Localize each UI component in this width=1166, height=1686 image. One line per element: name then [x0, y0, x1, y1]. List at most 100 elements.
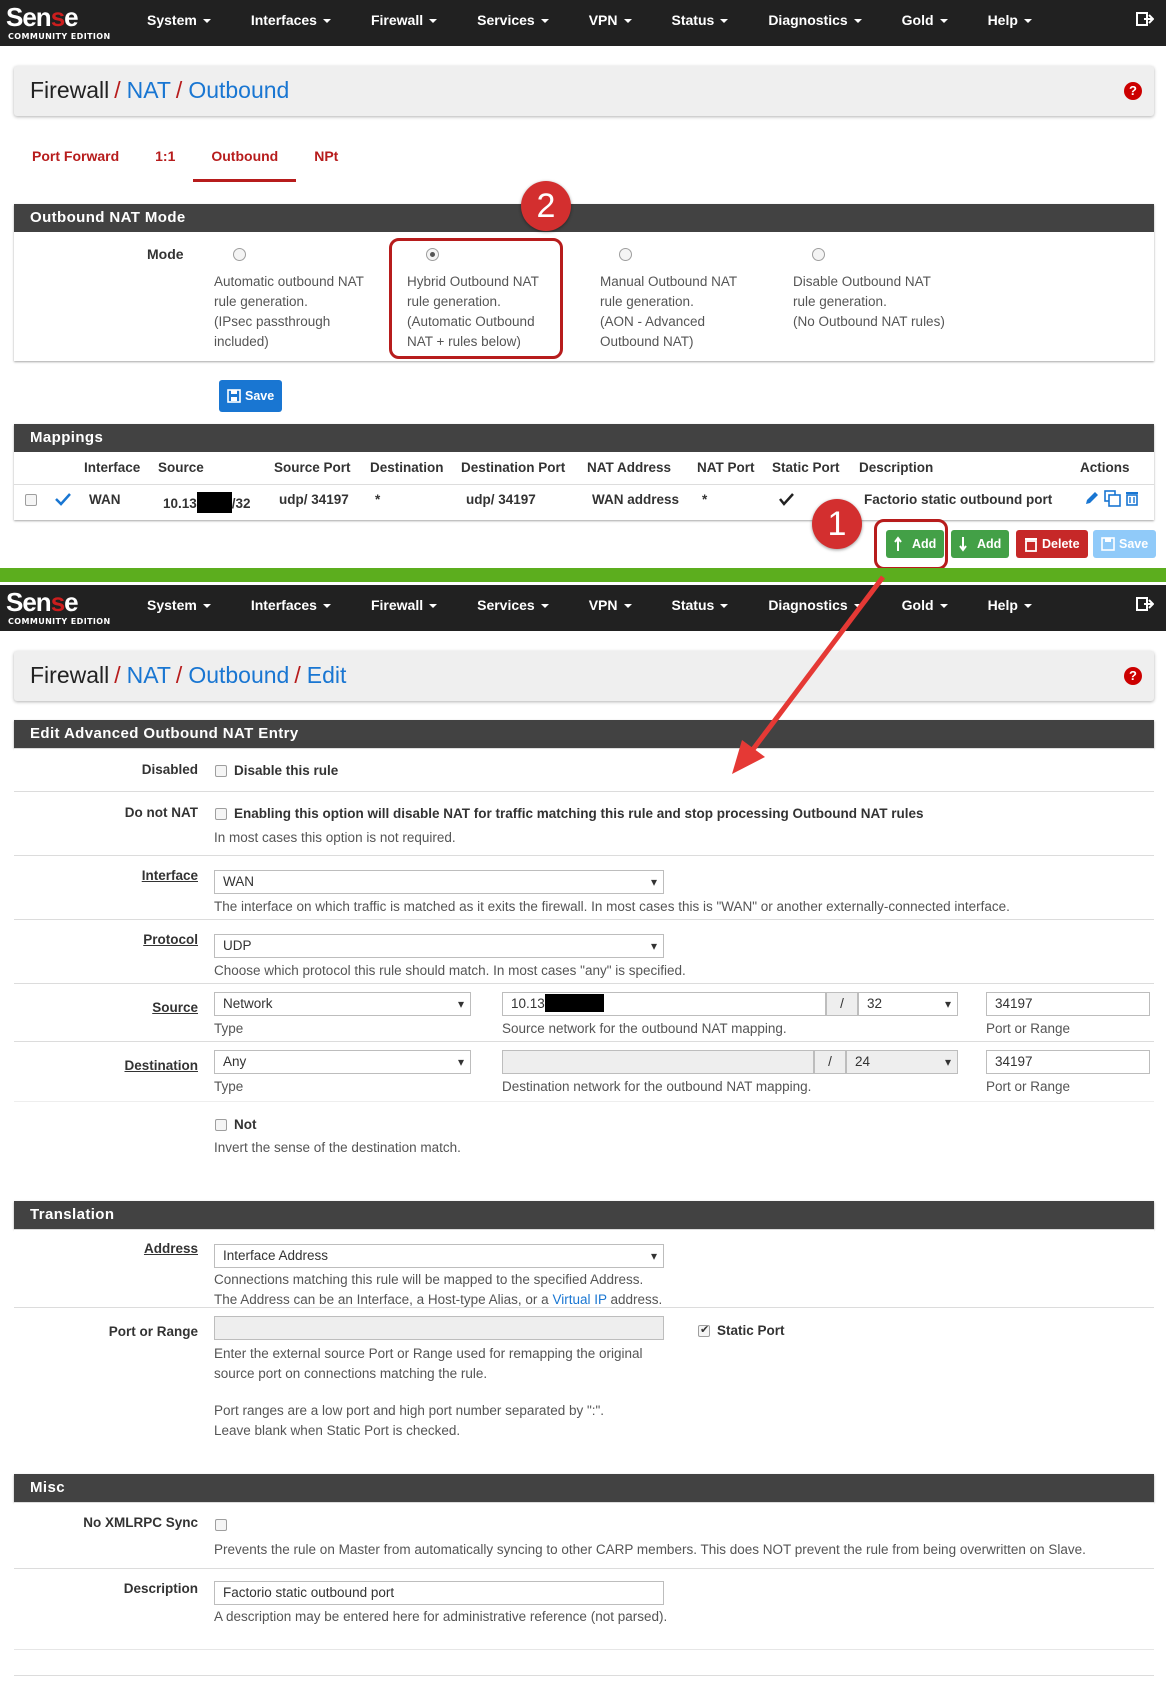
- row-description: Description Factorio static outbound por…: [14, 1568, 1154, 1676]
- misc-panel: Misc: [14, 1474, 1154, 1502]
- destination-type-select[interactable]: Any: [214, 1050, 471, 1074]
- breadcrumb-edit-link[interactable]: Edit: [307, 662, 347, 688]
- col-source-port: Source Port: [274, 460, 351, 475]
- tab-port-forward[interactable]: Port Forward: [14, 140, 137, 182]
- menu-diagnostics[interactable]: Diagnostics: [768, 0, 862, 46]
- static-port-checkbox[interactable]: [698, 1323, 710, 1337]
- do-not-nat-checkbox[interactable]: [215, 808, 227, 820]
- menu-firewall[interactable]: Firewall: [371, 0, 438, 46]
- menu-status[interactable]: Status: [672, 585, 729, 631]
- destination-address-input[interactable]: [502, 1050, 814, 1074]
- radio-manual[interactable]: [619, 248, 632, 261]
- menu-services[interactable]: Services: [477, 0, 549, 46]
- virtual-ip-link[interactable]: Virtual IP: [552, 1292, 606, 1307]
- annotation-highlight-hybrid: [389, 238, 563, 359]
- edit-entry-panel: Edit Advanced Outbound NAT Entry: [14, 720, 1154, 748]
- trash-icon[interactable]: [1125, 490, 1139, 506]
- menu-help[interactable]: Help: [988, 0, 1032, 46]
- copy-icon[interactable]: [1104, 490, 1121, 507]
- trash-icon: [1025, 538, 1037, 552]
- breadcrumb-nat-link[interactable]: NAT: [127, 662, 171, 688]
- no-xmlrpc-sync-checkbox[interactable]: [215, 1519, 227, 1531]
- delete-rules-button[interactable]: Delete: [1016, 530, 1088, 558]
- caret-down-icon: [939, 604, 948, 609]
- help-icon[interactable]: ?: [1124, 82, 1142, 100]
- menu-interfaces[interactable]: Interfaces: [251, 585, 331, 631]
- caret-down-icon: [720, 19, 729, 24]
- protocol-select[interactable]: UDP: [214, 934, 664, 958]
- logout-icon[interactable]: [1136, 11, 1154, 27]
- menu-status[interactable]: Status: [672, 0, 729, 46]
- source-address-input[interactable]: 10.13: [502, 992, 826, 1016]
- row-separator: [14, 1649, 1154, 1650]
- interface-select[interactable]: WAN: [214, 870, 664, 894]
- menu-system[interactable]: System: [147, 585, 211, 631]
- breadcrumb-panel: Firewall / NAT / Outbound ?: [14, 66, 1154, 116]
- menu-gold[interactable]: Gold: [902, 585, 948, 631]
- tab-outbound[interactable]: Outbound: [193, 140, 297, 182]
- menu-interfaces[interactable]: Interfaces: [251, 0, 331, 46]
- panel-title: Outbound NAT Mode: [14, 204, 1154, 232]
- translation-port-input[interactable]: [214, 1316, 664, 1340]
- row-select-checkbox[interactable]: [25, 494, 37, 506]
- row-destination: Destination Any Type / 24 Destination ne…: [14, 1041, 1154, 1101]
- description-input[interactable]: Factorio static outbound port: [214, 1581, 664, 1605]
- menu-diagnostics[interactable]: Diagnostics: [768, 585, 862, 631]
- destination-port-input[interactable]: 34197: [986, 1050, 1150, 1074]
- breadcrumb-outbound-link[interactable]: Outbound: [188, 662, 289, 688]
- add-rule-bottom-button[interactable]: Add: [951, 530, 1010, 558]
- edit-pencil-icon[interactable]: [1084, 490, 1100, 506]
- menu-gold[interactable]: Gold: [902, 0, 948, 46]
- save-order-button[interactable]: Save: [1093, 530, 1157, 558]
- col-description: Description: [859, 460, 934, 475]
- breadcrumb-nat-link[interactable]: NAT: [127, 77, 171, 103]
- col-destination: Destination: [370, 460, 444, 475]
- row-not: Not Invert the sense of the destination …: [14, 1101, 1154, 1167]
- panel-title: Translation: [14, 1201, 1154, 1229]
- invert-destination-checkbox[interactable]: [215, 1119, 227, 1131]
- pfsense-logo[interactable]: Sense COMMUNITY EDITION: [6, 587, 116, 626]
- row-protocol: Protocol UDP Choose which protocol this …: [14, 919, 1154, 983]
- source-mask-select[interactable]: 32: [858, 992, 958, 1016]
- menu-firewall[interactable]: Firewall: [371, 585, 438, 631]
- panel-title: Mappings: [14, 424, 1154, 452]
- static-port-check-icon: [779, 493, 794, 506]
- row-source: Source Network Type 10.13 / 32 Source ne…: [14, 983, 1154, 1041]
- enabled-check-icon: [55, 493, 71, 506]
- tab-npt[interactable]: NPt: [296, 140, 356, 182]
- caret-down-icon: [429, 19, 438, 24]
- caret-down-icon: [853, 604, 862, 609]
- menu-vpn[interactable]: VPN: [589, 0, 632, 46]
- breadcrumb: Firewall / NAT / Outbound / Edit: [30, 662, 347, 688]
- breadcrumb-outbound-link[interactable]: Outbound: [188, 77, 289, 103]
- caret-down-icon: [623, 19, 632, 24]
- caret-down-icon: [720, 604, 729, 609]
- mode-label: Mode: [147, 246, 184, 262]
- logout-icon[interactable]: [1136, 596, 1154, 612]
- breadcrumb-panel: Firewall / NAT / Outbound / Edit ?: [14, 651, 1154, 701]
- mode-save-button[interactable]: Save: [219, 380, 283, 412]
- col-static-port: Static Port: [772, 460, 840, 475]
- source-port-input[interactable]: 34197: [986, 992, 1150, 1016]
- annotation-highlight-add: [874, 519, 948, 568]
- source-type-select[interactable]: Network: [214, 992, 471, 1016]
- translation-address-select[interactable]: Interface Address: [214, 1244, 664, 1268]
- destination-mask-select[interactable]: 24: [846, 1050, 958, 1074]
- menu-vpn[interactable]: VPN: [589, 585, 632, 631]
- outbound-nat-mode-panel: Outbound NAT Mode: [14, 204, 1154, 361]
- radio-disable[interactable]: [812, 248, 825, 261]
- help-icon[interactable]: ?: [1124, 667, 1142, 685]
- menu-services[interactable]: Services: [477, 585, 549, 631]
- radio-automatic[interactable]: [233, 248, 246, 261]
- cell-source-port: udp/ 34197: [279, 492, 349, 507]
- pfsense-logo[interactable]: Sense COMMUNITY EDITION: [6, 2, 116, 41]
- breadcrumb: Firewall / NAT / Outbound: [30, 77, 290, 103]
- menu-system[interactable]: System: [147, 0, 211, 46]
- caret-down-icon: [1023, 19, 1032, 24]
- annotation-step-2: 2: [521, 181, 571, 231]
- main-menu: System Interfaces Firewall Services VPN …: [147, 585, 1072, 631]
- menu-help[interactable]: Help: [988, 585, 1032, 631]
- col-destination-port: Destination Port: [461, 460, 566, 475]
- tab-one-to-one[interactable]: 1:1: [137, 140, 193, 182]
- disable-rule-checkbox[interactable]: [215, 765, 227, 777]
